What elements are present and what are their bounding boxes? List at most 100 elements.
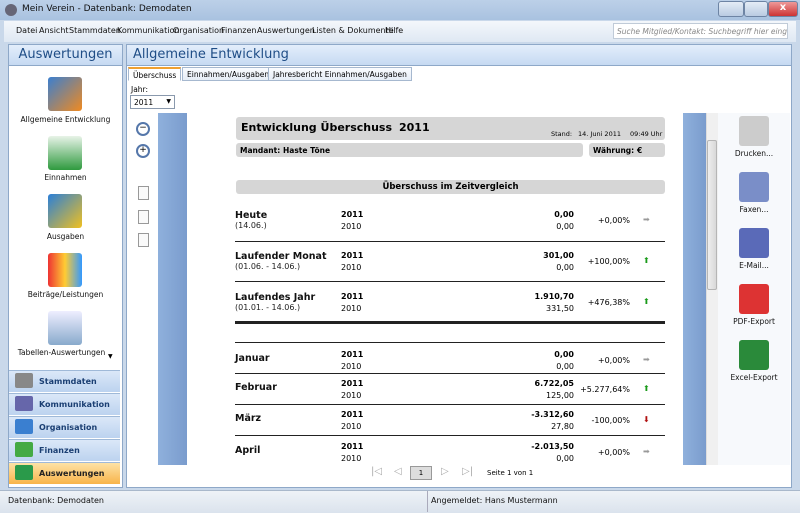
row-value-previous: 0,00 bbox=[556, 362, 574, 371]
trend-down-icon: ⬇ bbox=[643, 415, 650, 424]
page-icon[interactable] bbox=[138, 233, 149, 247]
zoom-in-icon[interactable]: + bbox=[136, 144, 150, 158]
page-icon[interactable] bbox=[138, 210, 149, 224]
menu-ansicht[interactable]: Ansicht bbox=[39, 26, 69, 35]
tab-jahresbericht[interactable]: Jahresbericht Einnahmen/Ausgaben bbox=[268, 67, 412, 81]
search-input[interactable]: Suche Mitglied/Kontakt: Suchbegriff hier… bbox=[613, 23, 788, 39]
menu-finanzen[interactable]: Finanzen bbox=[221, 26, 256, 35]
row-year-previous: 2010 bbox=[341, 391, 362, 400]
table-users-icon[interactable] bbox=[48, 311, 82, 345]
row-label: Laufendes Jahr bbox=[235, 292, 316, 303]
row-year-previous: 2010 bbox=[341, 222, 362, 231]
first-page-button[interactable]: |◁ bbox=[371, 466, 382, 477]
menu-stammdaten[interactable]: Stammdaten bbox=[69, 26, 121, 35]
row-year-current: 2011 bbox=[341, 410, 364, 419]
row-percent: +0,00% bbox=[597, 356, 630, 365]
kommunikation-icon bbox=[15, 396, 33, 411]
scrollbar-thumb[interactable] bbox=[707, 140, 717, 290]
row-value-previous: 27,80 bbox=[551, 422, 574, 431]
chevron-down-icon: ▼ bbox=[166, 98, 171, 105]
menu-listen-dokumente[interactable]: Listen & Dokumente bbox=[312, 26, 394, 35]
row-value-current: -2.013,50 bbox=[531, 442, 574, 451]
page-info: Seite 1 von 1 bbox=[487, 469, 534, 477]
row-divider bbox=[235, 241, 665, 242]
report-year: 2011 bbox=[399, 121, 430, 134]
menu-organisation[interactable]: Organisation bbox=[173, 26, 224, 35]
section-divider-thick bbox=[235, 321, 665, 324]
tab-ueberschuss[interactable]: Überschuss bbox=[128, 67, 182, 81]
chart-presentation-icon[interactable] bbox=[48, 77, 82, 111]
row-label: Februar bbox=[235, 382, 277, 393]
income-chart-icon[interactable] bbox=[48, 136, 82, 170]
row-year-current: 2011 bbox=[341, 442, 364, 451]
drucken-button[interactable]: Drucken... bbox=[725, 116, 783, 158]
status-user: Angemeldet: Hans Mustermann bbox=[431, 496, 558, 505]
sidebar-item-ausgaben[interactable]: Ausgaben bbox=[9, 232, 122, 241]
currency-label: Währung: bbox=[593, 146, 635, 155]
maximize-button[interactable] bbox=[744, 1, 768, 17]
sidebar-item-tabellen-auswertungen[interactable]: Tabellen-Auswertungen bbox=[5, 348, 118, 357]
report-margin-right bbox=[683, 113, 706, 465]
tool-label: E-Mail... bbox=[739, 261, 769, 270]
last-page-button[interactable]: ▷| bbox=[462, 466, 473, 477]
expenses-icon[interactable] bbox=[48, 194, 82, 228]
minimize-button[interactable] bbox=[718, 1, 744, 17]
row-value-previous: 0,00 bbox=[556, 263, 574, 272]
email-icon bbox=[739, 228, 769, 258]
row-percent: +5.277,64% bbox=[580, 385, 630, 394]
row-percent: +0,00% bbox=[597, 448, 630, 457]
sidebar-item-allgemeine-entwicklung[interactable]: Allgemeine Entwicklung bbox=[9, 115, 122, 124]
year-select[interactable]: 2011 ▼ bbox=[130, 95, 175, 109]
printer-icon bbox=[739, 116, 769, 146]
year-label: Jahr: bbox=[131, 85, 149, 94]
menu-auswertungen[interactable]: Auswertungen bbox=[257, 26, 315, 35]
row-percent: +100,00% bbox=[587, 257, 630, 266]
pdfexport-button[interactable]: PDF-Export bbox=[725, 284, 783, 326]
row-label: März bbox=[235, 413, 262, 424]
bar-chart-icon[interactable] bbox=[48, 253, 82, 287]
stand-label: Stand: bbox=[551, 130, 573, 138]
row-value-current: 0,00 bbox=[554, 350, 574, 359]
row-divider bbox=[235, 373, 665, 374]
year-value: 2011 bbox=[134, 98, 154, 107]
row-percent: +476,38% bbox=[587, 298, 630, 307]
section-header: Überschuss im Zeitvergleich bbox=[236, 180, 665, 194]
page-number-field[interactable]: 1 bbox=[410, 466, 432, 480]
row-period: (14.06.) bbox=[235, 221, 267, 230]
tool-label: Faxen... bbox=[739, 205, 769, 214]
scroll-down-arrow[interactable]: ▼ bbox=[108, 353, 113, 360]
excelexport-button[interactable]: Excel-Export bbox=[725, 340, 783, 382]
menu-hilfe[interactable]: Hilfe bbox=[385, 26, 403, 35]
row-year-current: 2011 bbox=[341, 210, 364, 219]
pdf-icon bbox=[739, 284, 769, 314]
faxen-button[interactable]: Faxen... bbox=[725, 172, 783, 214]
menu-kommunikation[interactable]: Kommunikation bbox=[117, 26, 179, 35]
trend-neutral-icon: ➡ bbox=[643, 355, 650, 364]
row-divider bbox=[235, 342, 665, 343]
row-value-previous: 0,00 bbox=[556, 222, 574, 231]
tab-einnahmen-ausgaben[interactable]: Einnahmen/Ausgaben bbox=[182, 67, 275, 81]
close-button[interactable]: x bbox=[768, 1, 798, 17]
zoom-out-icon[interactable]: − bbox=[136, 122, 150, 136]
status-bar bbox=[0, 490, 800, 513]
status-divider bbox=[427, 491, 428, 512]
prev-page-button[interactable]: ◁ bbox=[394, 466, 402, 477]
row-value-previous: 0,00 bbox=[556, 454, 574, 463]
stand-time: 09:49 Uhr bbox=[630, 130, 663, 138]
row-value-previous: 125,00 bbox=[546, 391, 574, 400]
page-icon[interactable] bbox=[138, 186, 149, 200]
next-page-button[interactable]: ▷ bbox=[441, 466, 449, 477]
currency-value: € bbox=[637, 146, 643, 155]
sidebar-item-beitraege-leistungen[interactable]: Beiträge/Leistungen bbox=[9, 290, 122, 299]
menu-datei[interactable]: Datei bbox=[16, 26, 37, 35]
auswertungen-icon bbox=[15, 465, 33, 480]
sidebar-item-einnahmen[interactable]: Einnahmen bbox=[9, 173, 122, 182]
row-year-current: 2011 bbox=[341, 379, 364, 388]
trend-up-icon: ⬆ bbox=[643, 384, 650, 393]
row-percent: +0,00% bbox=[597, 216, 630, 225]
excel-icon bbox=[739, 340, 769, 370]
tool-label: Drucken... bbox=[734, 149, 774, 158]
row-divider bbox=[235, 404, 665, 405]
email-button[interactable]: E-Mail... bbox=[725, 228, 783, 270]
row-year-current: 2011 bbox=[341, 251, 364, 260]
